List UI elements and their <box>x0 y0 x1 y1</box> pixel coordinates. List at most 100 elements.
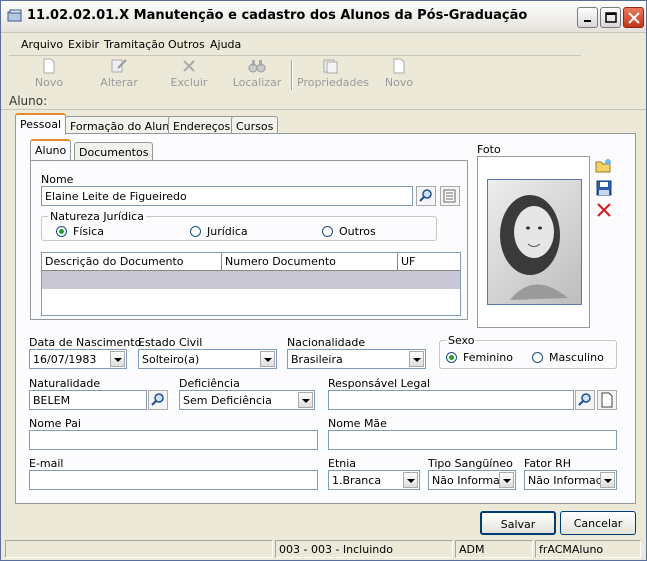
main-window: 11.02.02.01.X Manutenção e cadastro dos … <box>0 0 647 561</box>
menu-exibir[interactable]: Exibir <box>68 38 99 51</box>
menu-tramitacao[interactable]: Tramitação <box>104 38 165 51</box>
search-icon <box>578 393 591 406</box>
save-icon[interactable] <box>595 180 613 196</box>
toolbar-novo-label: Novo <box>34 76 64 89</box>
open-folder-icon[interactable] <box>595 158 613 174</box>
fator-rh-select[interactable]: Não Informado <box>524 470 617 490</box>
naturalidade-field[interactable]: BELEM <box>29 390 147 410</box>
nome-mae-field[interactable] <box>328 430 617 450</box>
tipo-sanguineo-label: Tipo Sangüíneo <box>428 457 513 470</box>
new-document-icon <box>601 392 613 408</box>
tipo-sanguineo-value: Não Informad <box>432 474 507 487</box>
status-panel-mode: 003 - 003 - Incluindo <box>275 540 453 558</box>
nome-pai-label: Nome Pai <box>29 417 81 430</box>
etnia-label: Etnia <box>328 457 357 470</box>
toolbar-alterar-label: Alterar <box>100 76 138 89</box>
binoculars-icon <box>248 60 266 73</box>
toolbar-propriedades-button[interactable]: Propriedades <box>297 58 369 92</box>
responsavel-new-button[interactable] <box>597 390 617 410</box>
toolbar-novo-button[interactable]: Novo <box>29 58 69 92</box>
search-icon <box>151 393 164 406</box>
chevron-down-icon[interactable] <box>600 472 615 488</box>
email-field[interactable] <box>29 470 318 490</box>
radio-unchecked-icon <box>190 226 201 237</box>
fator-rh-value: Não Informado <box>528 474 610 487</box>
radio-checked-icon <box>446 352 457 363</box>
data-nascimento-picker[interactable]: 16/07/1983 <box>29 349 127 369</box>
radio-unchecked-icon <box>322 226 333 237</box>
pessoal-panel: Aluno Documentos Nome Elaine Leite de Fi… <box>15 133 636 504</box>
natureza-juridica-radio[interactable]: Jurídica <box>190 225 248 238</box>
sexo-masculino-radio[interactable]: Masculino <box>532 351 604 364</box>
data-nascimento-value: 16/07/1983 <box>33 353 97 366</box>
chevron-down-icon[interactable] <box>110 351 125 367</box>
chevron-down-icon[interactable] <box>403 472 418 488</box>
tab-aluno[interactable]: Aluno <box>30 139 72 160</box>
nome-field[interactable]: Elaine Leite de Figueiredo <box>41 186 413 206</box>
nacionalidade-select[interactable]: Brasileira <box>287 349 426 369</box>
toolbar-novo2-button[interactable]: Novo <box>379 58 419 92</box>
status-panel-1 <box>5 540 273 558</box>
estado-civil-value: Solteiro(a) <box>142 353 200 366</box>
responsavel-field[interactable] <box>328 390 574 410</box>
deficiencia-select[interactable]: Sem Deficiência <box>179 390 315 410</box>
toolbar-separator <box>291 60 293 90</box>
title-bar: 11.02.02.01.X Manutenção e cadastro dos … <box>1 1 646 33</box>
chevron-down-icon[interactable] <box>409 351 424 367</box>
new-document-icon <box>393 58 405 74</box>
toolbar: Novo Alterar Excluir Localizar Proprieda… <box>9 55 581 93</box>
delete-icon[interactable] <box>596 202 612 218</box>
toolbar-novo2-label: Novo <box>384 76 414 89</box>
toolbar-localizar-button[interactable]: Localizar <box>231 58 283 92</box>
etnia-select[interactable]: 1.Branca <box>328 470 420 490</box>
close-button[interactable] <box>623 7 644 28</box>
maximize-button[interactable] <box>600 7 621 28</box>
toolbar-alterar-button[interactable]: Alterar <box>97 58 141 92</box>
foto-label: Foto <box>477 143 501 156</box>
natureza-outros-label: Outros <box>339 225 376 238</box>
tab-pessoal[interactable]: Pessoal <box>15 113 66 135</box>
nome-label: Nome <box>41 173 74 186</box>
menu-arquivo[interactable]: Arquivo <box>21 38 63 51</box>
tab-documentos[interactable]: Documentos <box>74 142 154 162</box>
cancel-button[interactable]: Cancelar <box>560 511 636 535</box>
column-header-uf[interactable]: UF <box>398 253 460 271</box>
minimize-icon <box>584 20 591 22</box>
status-bar: 003 - 003 - Incluindo ADM frACMAluno <box>5 540 643 558</box>
nome-mae-label: Nome Mãe <box>328 417 387 430</box>
toolbar-excluir-label: Excluir <box>170 76 208 89</box>
column-header-descricao[interactable]: Descrição do Documento <box>42 253 222 271</box>
chevron-down-icon[interactable] <box>499 472 514 488</box>
minimize-button[interactable] <box>577 7 598 28</box>
nome-search-button[interactable] <box>416 186 436 206</box>
properties-icon <box>323 59 338 74</box>
responsavel-search-button[interactable] <box>575 390 595 410</box>
sexo-feminino-radio[interactable]: Feminino <box>446 351 513 364</box>
aluno-subpanel: Nome Elaine Leite de Figueiredo Natureza… <box>30 160 468 320</box>
column-header-numero[interactable]: Numero Documento <box>222 253 398 271</box>
nome-pai-field[interactable] <box>29 430 318 450</box>
naturalidade-search-button[interactable] <box>148 390 168 410</box>
naturalidade-label: Naturalidade <box>29 377 101 390</box>
etnia-value: 1.Branca <box>332 474 382 487</box>
estado-civil-select[interactable]: Solteiro(a) <box>138 349 277 369</box>
natureza-outros-radio[interactable]: Outros <box>322 225 376 238</box>
deficiencia-label: Deficiência <box>179 377 240 390</box>
nome-list-button[interactable] <box>440 186 460 206</box>
sexo-group: Sexo Feminino Masculino <box>439 334 617 369</box>
save-button[interactable]: Salvar <box>480 511 556 535</box>
natureza-fisica-radio[interactable]: Física <box>56 225 104 238</box>
tipo-sanguineo-select[interactable]: Não Informad <box>428 470 516 490</box>
toolbar-propriedades-label: Propriedades <box>297 76 369 89</box>
menu-outros[interactable]: Outros <box>168 38 205 51</box>
natureza-juridica-label: Jurídica <box>207 225 248 238</box>
toolbar-excluir-button[interactable]: Excluir <box>167 58 211 92</box>
sexo-legend: Sexo <box>446 334 477 347</box>
documents-table[interactable]: Descrição do Documento Numero Documento … <box>41 252 461 316</box>
table-row[interactable] <box>42 271 460 289</box>
chevron-down-icon[interactable] <box>260 351 275 367</box>
menu-ajuda[interactable]: Ajuda <box>210 38 241 51</box>
list-icon <box>443 189 456 203</box>
natureza-legend: Natureza Jurídica <box>48 210 146 223</box>
chevron-down-icon[interactable] <box>298 392 313 408</box>
